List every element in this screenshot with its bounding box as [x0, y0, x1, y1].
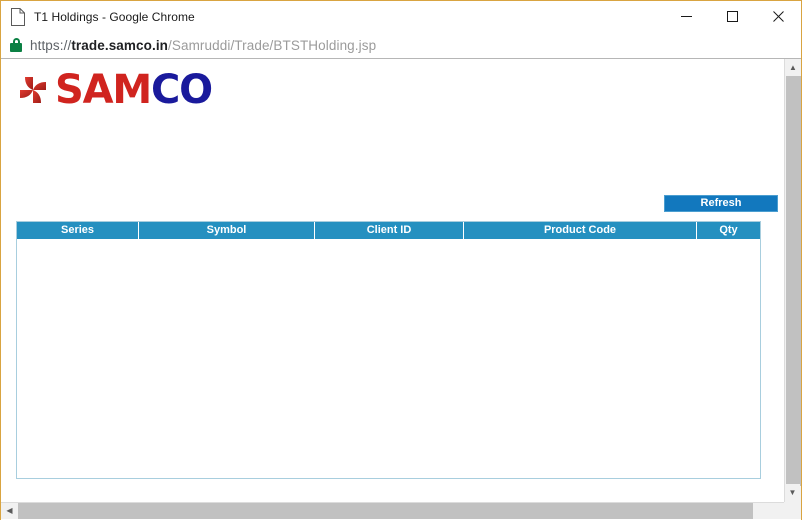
page-scroll-left-arrow[interactable]: ◀	[1, 503, 18, 519]
minimize-button[interactable]	[663, 1, 709, 32]
page-content: SAMCO Refresh Series Symbol Client ID Pr…	[1, 59, 784, 504]
page-vertical-scrollbar[interactable]: ▲	[784, 59, 801, 503]
page-scroll-up-arrow[interactable]: ▲	[785, 59, 801, 76]
holdings-table: Series Symbol Client ID Product Code Qty	[16, 221, 761, 479]
address-bar[interactable]: https://trade.samco.in/Samruddi/Trade/BT…	[1, 32, 801, 59]
window-controls	[663, 1, 801, 32]
url-scheme: https://	[30, 37, 72, 53]
url-text: https://trade.samco.in/Samruddi/Trade/BT…	[30, 38, 376, 53]
url-path: /Samruddi/Trade/BTSTHolding.jsp	[168, 37, 377, 53]
url-host: trade.samco.in	[71, 37, 169, 53]
column-header-client-id[interactable]: Client ID	[315, 222, 464, 239]
column-header-symbol[interactable]: Symbol	[139, 222, 315, 239]
scrollbar-corner	[784, 502, 801, 519]
refresh-button[interactable]: Refresh	[664, 195, 778, 212]
browser-window: T1 Holdings - Google Chrome https://trad…	[0, 0, 802, 520]
samco-pinwheel-icon	[13, 70, 53, 110]
table-body-empty	[17, 239, 760, 478]
maximize-button[interactable]	[709, 1, 755, 32]
close-button[interactable]	[755, 1, 801, 32]
column-header-product-code[interactable]: Product Code	[464, 222, 697, 239]
logo-wordmark: SAMCO	[55, 67, 213, 113]
window-title: T1 Holdings - Google Chrome	[34, 9, 195, 24]
column-header-qty[interactable]: Qty	[697, 222, 760, 239]
page-scroll-down-arrow[interactable]: ▼	[785, 484, 800, 501]
page-vertical-scroll-thumb[interactable]	[786, 76, 801, 486]
page-horizontal-scroll-thumb[interactable]	[18, 503, 753, 519]
page-viewport: SAMCO Refresh Series Symbol Client ID Pr…	[1, 59, 801, 520]
page-horizontal-scrollbar[interactable]: ◀ ▶	[1, 502, 801, 519]
column-header-series[interactable]: Series	[17, 222, 139, 239]
page-icon	[10, 7, 26, 26]
samco-logo: SAMCO	[13, 67, 213, 113]
logo-text-co: CO	[150, 67, 213, 113]
page-horizontal-scroll-track[interactable]	[753, 503, 784, 519]
triangle-down-icon: ▼	[788, 487, 797, 497]
lock-icon	[10, 38, 22, 52]
title-bar: T1 Holdings - Google Chrome	[1, 1, 801, 32]
triangle-left-icon: ◀	[6, 506, 13, 515]
table-header-row: Series Symbol Client ID Product Code Qty	[17, 222, 760, 239]
logo-text-sam: SAM	[55, 67, 152, 113]
triangle-up-icon: ▲	[789, 62, 797, 72]
